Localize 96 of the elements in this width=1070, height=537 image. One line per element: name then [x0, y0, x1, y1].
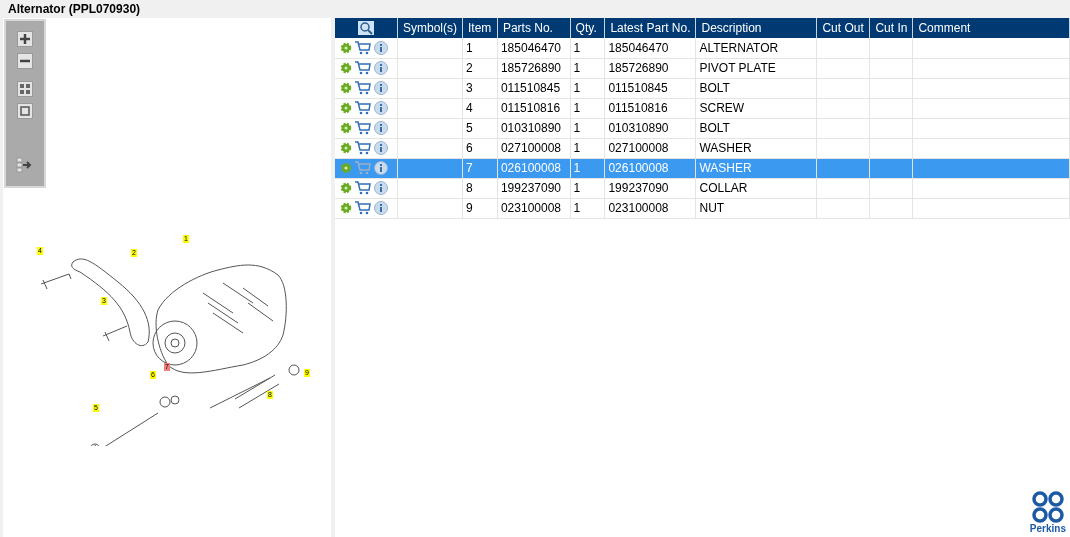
gear-icon[interactable]: [340, 122, 352, 134]
table-cell: NUT: [699, 201, 725, 215]
table-cell: 1: [573, 61, 581, 75]
list-arrow-icon[interactable]: [16, 157, 34, 173]
info-icon[interactable]: [374, 141, 388, 155]
table-cell: PIVOT PLATE: [699, 61, 776, 75]
zoom-in-icon[interactable]: [17, 31, 33, 47]
table-cell: 199237090: [608, 181, 669, 195]
table-cell: 023100008: [608, 201, 669, 215]
table-cell: 1: [573, 121, 581, 135]
table-cell: 185726890: [500, 61, 561, 75]
table-cell: 027100008: [608, 141, 669, 155]
table-cell: 027100008: [500, 141, 561, 155]
info-icon[interactable]: [374, 121, 388, 135]
table-cell: 199237090: [500, 181, 561, 195]
column-header[interactable]: Cut In: [869, 18, 913, 38]
table-cell: 011510816: [500, 101, 561, 115]
table-cell: 4: [466, 101, 473, 115]
table-cell: 9: [466, 201, 473, 215]
column-header[interactable]: Cut Out: [816, 18, 870, 38]
table-cell: 023100008: [500, 201, 561, 215]
brand-logo-text: Perkins: [1029, 523, 1066, 535]
column-header[interactable]: Parts No.: [497, 18, 571, 38]
table-row[interactable]: 6 027100008 1 027100008 WASHER: [335, 138, 1070, 158]
logo-emblem-icon: [1030, 491, 1065, 523]
cart-icon[interactable]: [355, 141, 371, 155]
table-cell: 1: [573, 181, 581, 195]
table-cell: 010310890: [608, 121, 669, 135]
gear-icon[interactable]: [340, 182, 352, 194]
table-row[interactable]: 8 199237090 1 199237090 COLLAR: [335, 178, 1070, 198]
info-icon[interactable]: [374, 181, 388, 195]
table-cell: SCREW: [699, 101, 745, 115]
info-icon[interactable]: [374, 81, 388, 95]
table-cell: 011510845: [608, 81, 668, 95]
zoom-out-icon[interactable]: [17, 53, 33, 69]
table-row[interactable]: 5 010310890 1 010310890 BOLT: [335, 118, 1070, 138]
cart-icon[interactable]: [355, 101, 371, 115]
table-cell: 6: [466, 141, 473, 155]
gear-icon[interactable]: [340, 62, 352, 74]
column-header[interactable]: Item: [462, 18, 498, 38]
cart-icon[interactable]: [355, 81, 371, 95]
table-cell: 2: [466, 61, 473, 75]
table-cell: WASHER: [699, 141, 752, 155]
window-title: Alternator (PPL070930): [8, 1, 141, 18]
table-cell: BOLT: [699, 81, 730, 95]
table-cell: 185046470: [608, 40, 669, 55]
column-header[interactable]: Description: [696, 18, 817, 38]
cart-icon[interactable]: [355, 121, 371, 135]
table-cell: 185046470: [500, 40, 561, 55]
table-cell: ALTERNATOR: [699, 40, 779, 55]
table-row[interactable]: 4 011510816 1 011510816 SCREW: [335, 98, 1070, 118]
table-cell: 7: [466, 161, 473, 175]
table-row[interactable]: 9 023100008 1 023100008 NUT: [335, 198, 1070, 218]
gear-icon[interactable]: [340, 142, 352, 154]
table-cell: 026100008: [608, 161, 669, 175]
table-row[interactable]: 3 011510845 1 011510845 BOLT: [335, 78, 1070, 98]
gear-icon[interactable]: [340, 41, 352, 54]
gear-icon[interactable]: [340, 82, 352, 94]
column-header[interactable]: Symbol(s): [397, 18, 463, 38]
table-cell: COLLAR: [699, 181, 748, 195]
fit-view-icon[interactable]: [17, 103, 33, 119]
info-icon[interactable]: [374, 161, 388, 175]
table-cell: 026100008: [500, 161, 561, 175]
table-cell: 1: [573, 201, 581, 215]
table-cell: 011510816: [608, 101, 668, 115]
info-icon[interactable]: [374, 61, 388, 75]
column-header[interactable]: Qty.: [570, 18, 605, 38]
cart-icon[interactable]: [355, 40, 371, 55]
table-cell: 010310890: [500, 121, 561, 135]
search-icon[interactable]: [357, 20, 375, 36]
table-cell: 1: [573, 141, 581, 155]
cart-icon[interactable]: [355, 201, 371, 215]
info-icon[interactable]: [374, 201, 388, 215]
table-row[interactable]: 2 185726890 1 185726890 PIVOT PLATE: [335, 58, 1070, 78]
table-cell: 8: [466, 181, 473, 195]
table-cell: BOLT: [699, 121, 730, 135]
gear-icon[interactable]: [340, 102, 352, 114]
cart-icon[interactable]: [355, 181, 371, 195]
table-row[interactable]: 1 185046470 1 185046470 ALTERNATOR: [335, 38, 1070, 58]
column-header[interactable]: Comment: [912, 18, 1070, 38]
cart-icon[interactable]: [355, 61, 371, 75]
info-icon[interactable]: [374, 101, 388, 115]
grid-view-icon[interactable]: [17, 81, 33, 97]
info-icon[interactable]: [374, 40, 388, 55]
table-cell: 1: [573, 40, 581, 55]
column-header[interactable]: Latest Part No.: [604, 18, 696, 38]
table-cell: WASHER: [699, 161, 752, 175]
table-cell: 1: [573, 161, 581, 175]
table-cell: 1: [466, 40, 473, 55]
table-cell: 3: [466, 81, 473, 95]
table-cell: 1: [573, 101, 581, 115]
table-cell: 185726890: [608, 61, 669, 75]
table-cell: 011510845: [500, 81, 561, 95]
table-cell: 5: [466, 121, 473, 135]
table-cell: 1: [573, 81, 581, 95]
gear-icon[interactable]: [340, 202, 352, 214]
